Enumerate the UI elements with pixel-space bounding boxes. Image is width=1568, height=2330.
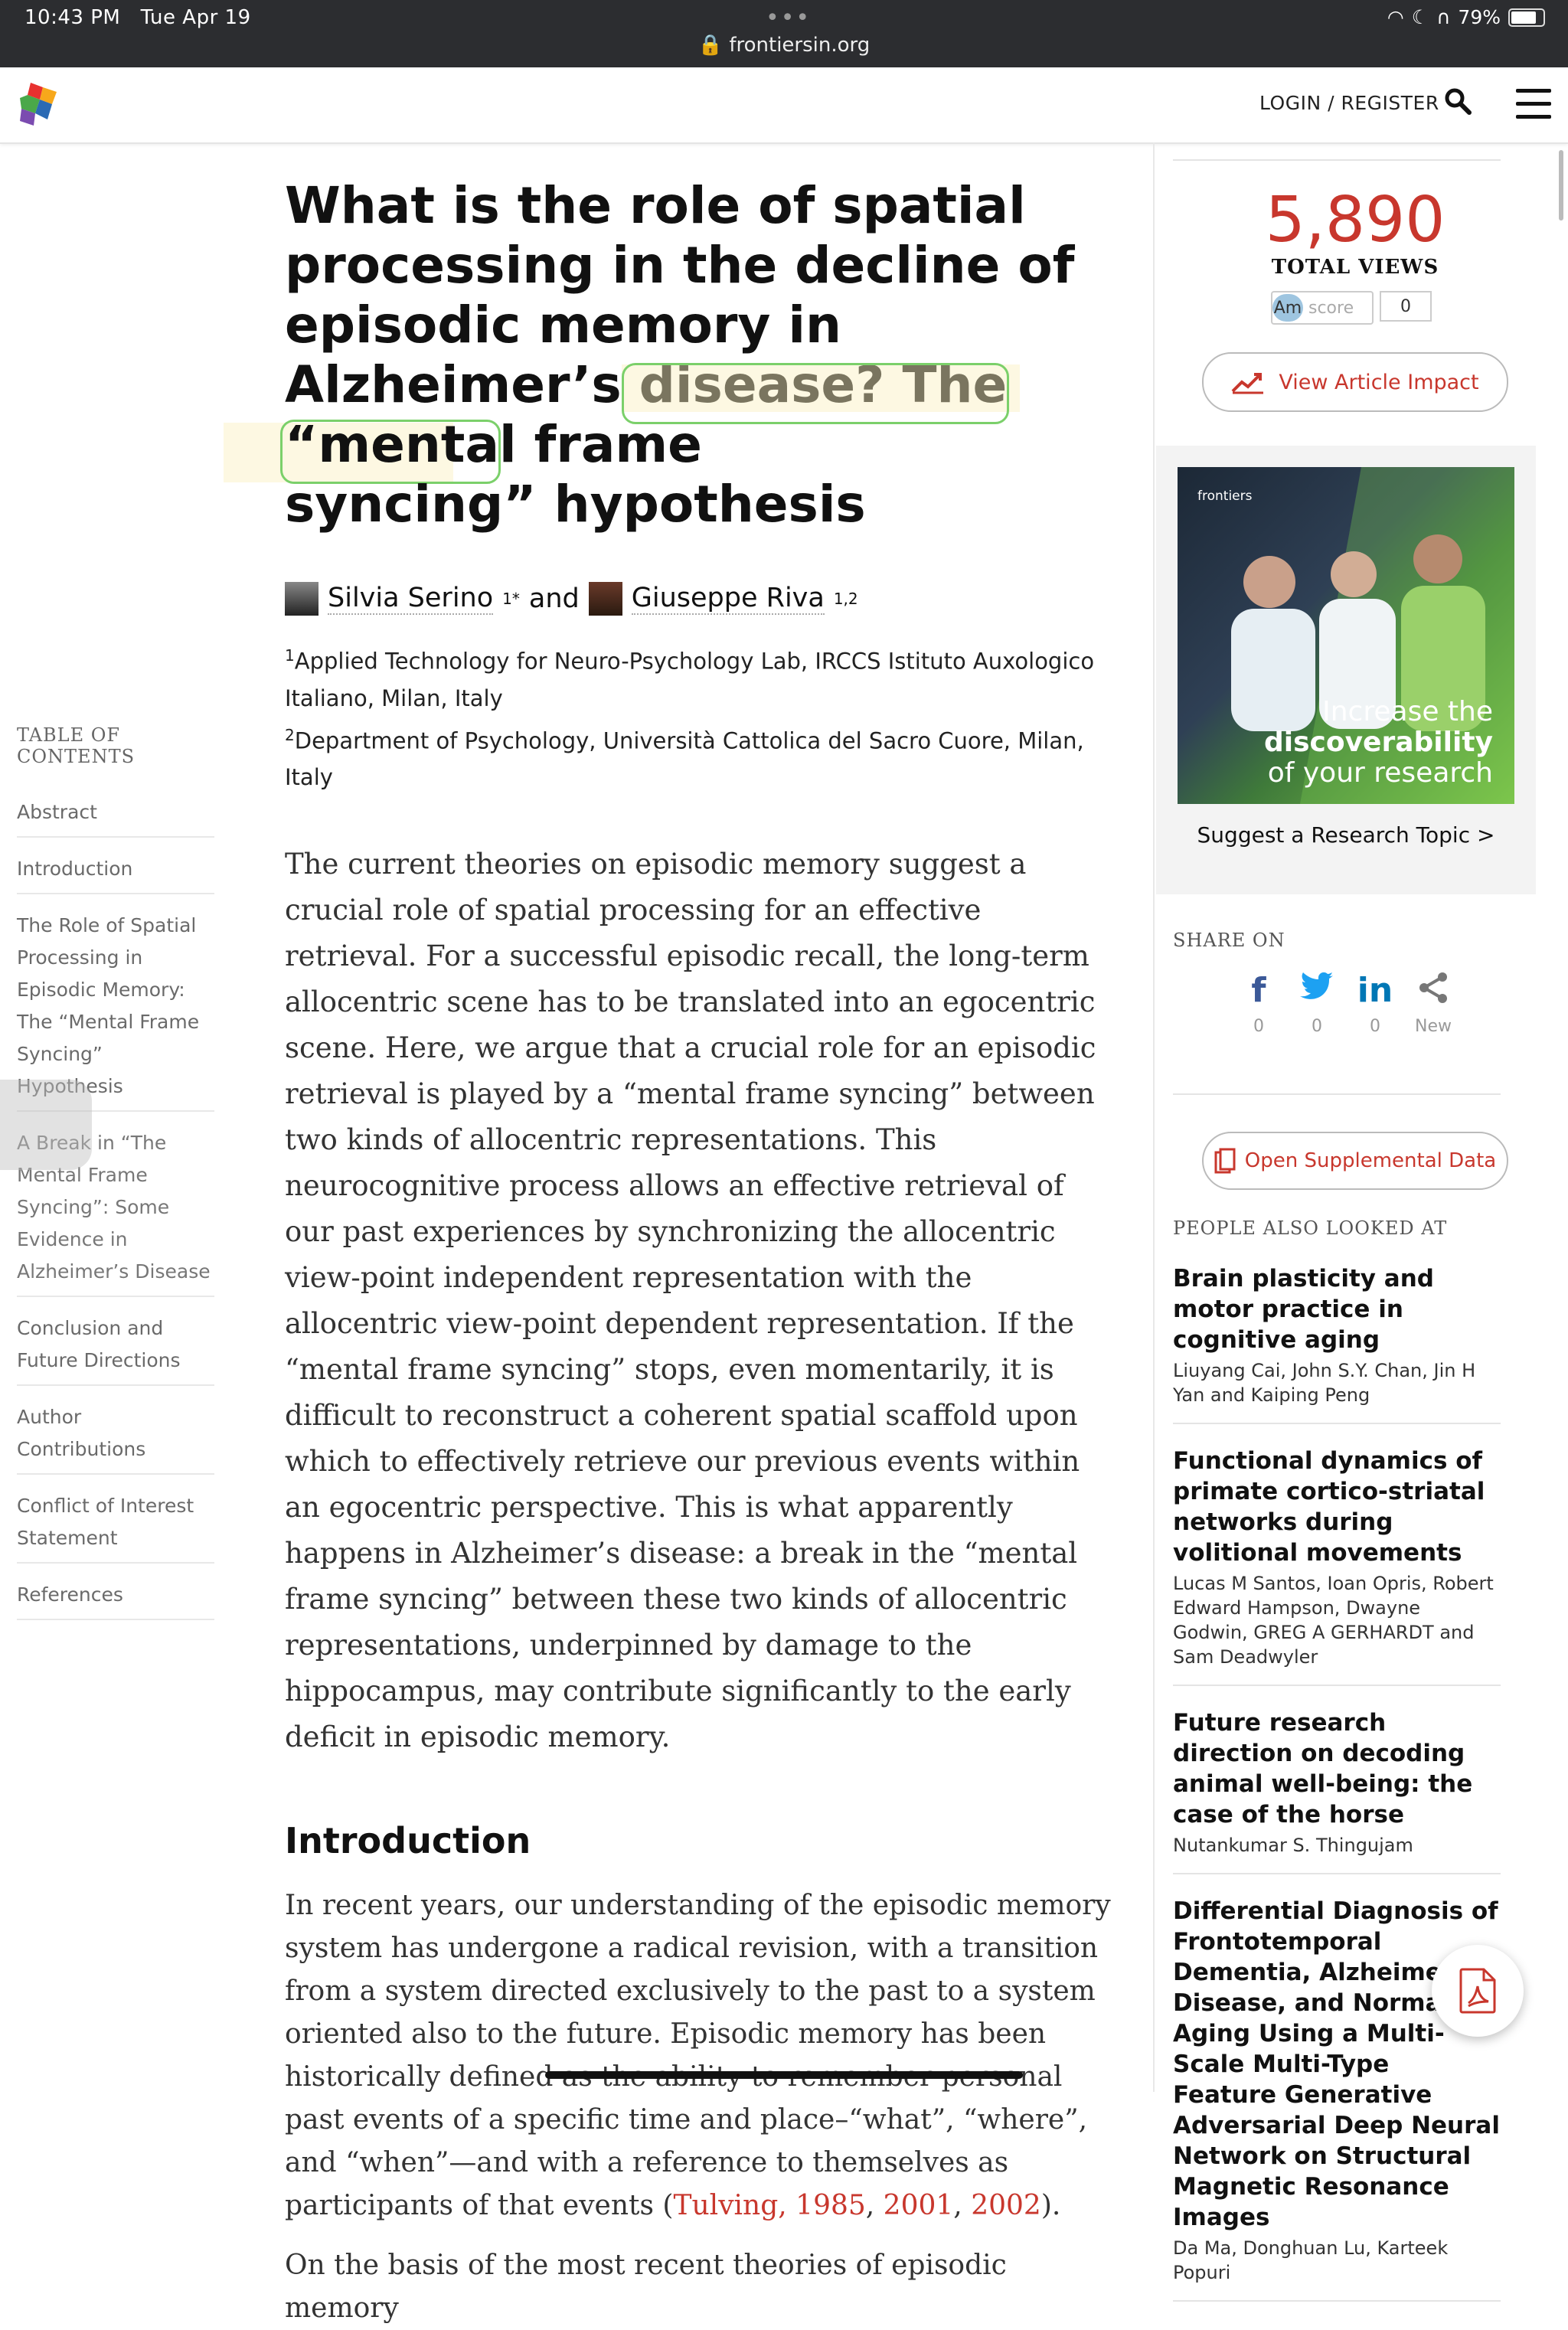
moon-icon: ☾ (1411, 6, 1429, 28)
author-link[interactable]: Giuseppe Riva (631, 583, 825, 615)
ad-tagline: Increase the discoverability of your resea… (1263, 696, 1493, 789)
frontiers-logo-icon[interactable] (17, 81, 60, 127)
login-register-link[interactable]: LOGIN / REGISTER (1259, 92, 1439, 114)
research-topic-ad[interactable]: frontiers Increase the discoverability of … (1156, 446, 1536, 894)
address-bar[interactable]: 🔒 frontiersin.org (0, 34, 1568, 57)
toc-item-abstract[interactable]: Abstract (17, 792, 214, 838)
citation-link[interactable]: 2001 (884, 2190, 954, 2221)
trend-chart-icon (1231, 373, 1264, 394)
table-of-contents: TABLE OF CONTENTS Abstract Introduction … (17, 724, 214, 1631)
citation-link[interactable]: Tulving, 1985 (673, 2190, 865, 2221)
suggest-research-topic-link[interactable]: Suggest a Research Topic > (1156, 822, 1536, 848)
home-indicator[interactable] (545, 2071, 1023, 2079)
related-article-title[interactable]: Brain plasticity and motor practice in c… (1173, 1263, 1501, 1355)
citation-link[interactable]: 2002 (971, 2190, 1041, 2221)
status-time: 10:43 PM Tue Apr 19 (24, 6, 251, 29)
lock-icon: 🔒 (697, 34, 724, 57)
headphones-icon: ∩ (1436, 6, 1451, 28)
divider (1173, 1093, 1501, 1095)
affiliation-1: 1Applied Technology for Neuro-Psychology… (285, 646, 1095, 711)
affiliations: 1Applied Technology for Neuro-Psychology… (285, 637, 1119, 796)
people-also-looked-at-title: PEOPLE ALSO LOOKED AT (1173, 1217, 1448, 1239)
facebook-icon[interactable]: f (1240, 971, 1277, 1014)
related-article-title[interactable]: Future research direction on decoding an… (1173, 1707, 1501, 1830)
author-list: Silvia Serino 1* and Giuseppe Riva 1,2 (285, 582, 1119, 616)
pdf-icon (1459, 1968, 1496, 2014)
section-heading-introduction: Introduction (285, 1820, 531, 1862)
battery-percent: 79% (1458, 6, 1501, 28)
toc-item-conclusion[interactable]: Conclusion and Future Directions (17, 1308, 214, 1386)
wifi-icon: ◠ (1387, 6, 1404, 28)
related-article-authors: Liuyang Cai, John S.Y. Chan, Jin H Yan a… (1173, 1360, 1476, 1406)
related-article-title[interactable]: Functional dynamics of primate cortico-s… (1173, 1446, 1501, 1568)
divider (1173, 159, 1501, 161)
view-article-impact-button[interactable]: View Article Impact (1202, 352, 1508, 412)
altmetric-icon: Am (1272, 294, 1303, 322)
share-facebook[interactable]: f0 (1240, 971, 1277, 1036)
ad-image[interactable]: frontiers Increase the discoverability of … (1178, 467, 1514, 804)
list-item[interactable]: Functional dynamics of primate cortico-s… (1173, 1446, 1501, 1686)
site-header: LOGIN / REGISTER (0, 67, 1568, 144)
toc-item-author-contributions[interactable]: Author Contributions (17, 1397, 214, 1475)
toc-item-introduction[interactable]: Introduction (17, 848, 214, 894)
abstract-text: The current theories on episodic memory … (285, 848, 1096, 1754)
tab-dots-icon[interactable]: ••• (766, 5, 811, 31)
share-buttons: f0 0 in 0 New (1240, 971, 1452, 1036)
highlighted-text[interactable]: syncing” (285, 475, 537, 534)
altmetric-badge[interactable]: Am score 0 (1271, 291, 1439, 325)
share-more[interactable]: New (1415, 971, 1452, 1036)
introduction-text: In recent years, our understanding of th… (285, 1890, 1111, 2222)
avatar (285, 582, 318, 616)
sidebar-divider (1153, 142, 1155, 2092)
altmetric-score-badge[interactable]: Am score (1271, 291, 1374, 325)
avatar (588, 582, 622, 616)
related-article-title[interactable]: Differential Diagnosis of Frontotemporal… (1173, 1896, 1501, 2233)
total-views-count: 5,890 (1265, 184, 1446, 257)
share-twitter[interactable]: 0 (1298, 971, 1335, 1036)
linkedin-icon[interactable]: in (1357, 971, 1393, 1014)
scrollbar[interactable] (1559, 150, 1563, 221)
status-bar: 10:43 PM Tue Apr 19 ••• 🔒 frontiersin.or… (0, 0, 1568, 67)
author-link[interactable]: Silvia Serino (328, 583, 494, 615)
twitter-icon[interactable] (1298, 971, 1335, 1014)
affiliation-2: 2Department of Psychology, Università Ca… (285, 725, 1084, 791)
article-main: What is the role of spatial processing i… (224, 176, 1119, 2330)
status-icons: ◠ ☾ ∩ 79% (1387, 6, 1545, 28)
total-views-label: TOTAL VIEWS (1271, 256, 1439, 279)
battery-icon (1508, 8, 1545, 27)
toc-item-conflict-of-interest[interactable]: Conflict of Interest Statement (17, 1485, 214, 1564)
open-supplemental-data-button[interactable]: Open Supplemental Data (1202, 1132, 1508, 1190)
highlighted-text[interactable]: “mental frame (285, 415, 702, 474)
related-article-authors: Nutankumar S. Thingujam (1173, 1835, 1413, 1856)
related-article-authors: Da Ma, Donghuan Lu, Karteek Popuri (1173, 2237, 1449, 2283)
related-article-authors: Lucas M Santos, Ioan Opris, Robert Edwar… (1173, 1573, 1494, 1668)
related-articles-list: Brain plasticity and motor practice in c… (1173, 1263, 1501, 2323)
share-title: SHARE ON (1173, 930, 1285, 951)
article-title: What is the role of spatial processing i… (224, 176, 1119, 534)
altmetric-score: 0 (1380, 291, 1432, 322)
pdf-download-button[interactable] (1432, 1945, 1524, 2037)
hamburger-menu-icon[interactable] (1516, 89, 1551, 119)
list-item[interactable]: Future research direction on decoding an… (1173, 1707, 1501, 1874)
toc-toggle-handle[interactable] (0, 1080, 92, 1170)
document-icon (1214, 1148, 1236, 1174)
ad-brand: frontiers (1197, 489, 1253, 504)
toc-item-references[interactable]: References (17, 1574, 214, 1620)
toc-title: TABLE OF CONTENTS (17, 724, 136, 767)
introduction-next-text: On the basis of the most recent theories… (285, 2250, 1007, 2325)
search-icon[interactable] (1444, 87, 1472, 115)
share-linkedin[interactable]: in 0 (1357, 971, 1393, 1036)
share-icon[interactable] (1415, 971, 1452, 1014)
list-item[interactable]: Brain plasticity and motor practice in c… (1173, 1263, 1501, 1424)
